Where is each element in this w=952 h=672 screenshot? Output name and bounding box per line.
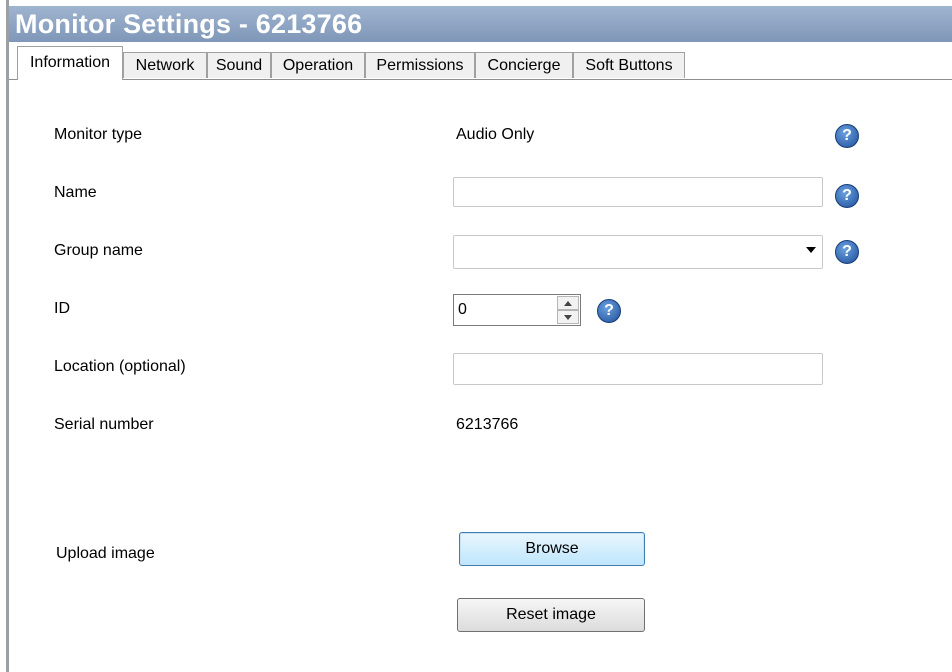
tab-soft-buttons[interactable]: Soft Buttons: [573, 52, 685, 78]
monitor-type-value: Audio Only: [456, 126, 535, 143]
upload-image-label: Upload image: [56, 545, 155, 562]
monitor-settings-window: Monitor Settings - 6213766 Information N…: [6, 0, 952, 672]
serial-number-value: 6213766: [456, 416, 519, 433]
reset-image-button[interactable]: Reset image: [457, 598, 645, 632]
tab-sound[interactable]: Sound: [207, 52, 271, 78]
id-value[interactable]: 0: [458, 301, 467, 319]
arrow-up-icon: [564, 301, 572, 306]
group-name-label: Group name: [54, 242, 143, 259]
tab-strip: Information Network Sound Operation Perm…: [9, 42, 952, 80]
id-stepper[interactable]: 0: [453, 294, 581, 326]
tab-operation[interactable]: Operation: [271, 52, 365, 78]
chevron-down-icon[interactable]: [806, 247, 816, 253]
group-name-help-icon[interactable]: ?: [835, 240, 859, 264]
name-field[interactable]: [453, 177, 823, 207]
information-panel: Monitor type Audio Only ? Name ? Group n…: [9, 80, 952, 672]
name-help-icon[interactable]: ?: [835, 184, 859, 208]
decrement-button[interactable]: [557, 310, 579, 324]
tab-permissions[interactable]: Permissions: [365, 52, 475, 78]
title-bar: Monitor Settings - 6213766: [9, 6, 952, 42]
stepper-buttons: [557, 296, 579, 324]
location-field[interactable]: [453, 353, 823, 385]
window-title: Monitor Settings - 6213766: [15, 9, 363, 39]
id-help-icon[interactable]: ?: [597, 299, 621, 323]
serial-number-label: Serial number: [54, 416, 154, 433]
tab-network[interactable]: Network: [123, 52, 207, 78]
browse-button[interactable]: Browse: [459, 532, 645, 566]
location-label: Location (optional): [54, 358, 186, 375]
name-label: Name: [54, 184, 97, 201]
group-name-dropdown[interactable]: [453, 235, 823, 269]
id-label: ID: [54, 300, 70, 317]
monitor-type-label: Monitor type: [54, 126, 143, 143]
tab-information[interactable]: Information: [17, 46, 123, 80]
monitor-type-help-icon[interactable]: ?: [835, 124, 859, 148]
tab-concierge[interactable]: Concierge: [475, 52, 573, 78]
increment-button[interactable]: [557, 296, 579, 310]
arrow-down-icon: [564, 315, 572, 320]
